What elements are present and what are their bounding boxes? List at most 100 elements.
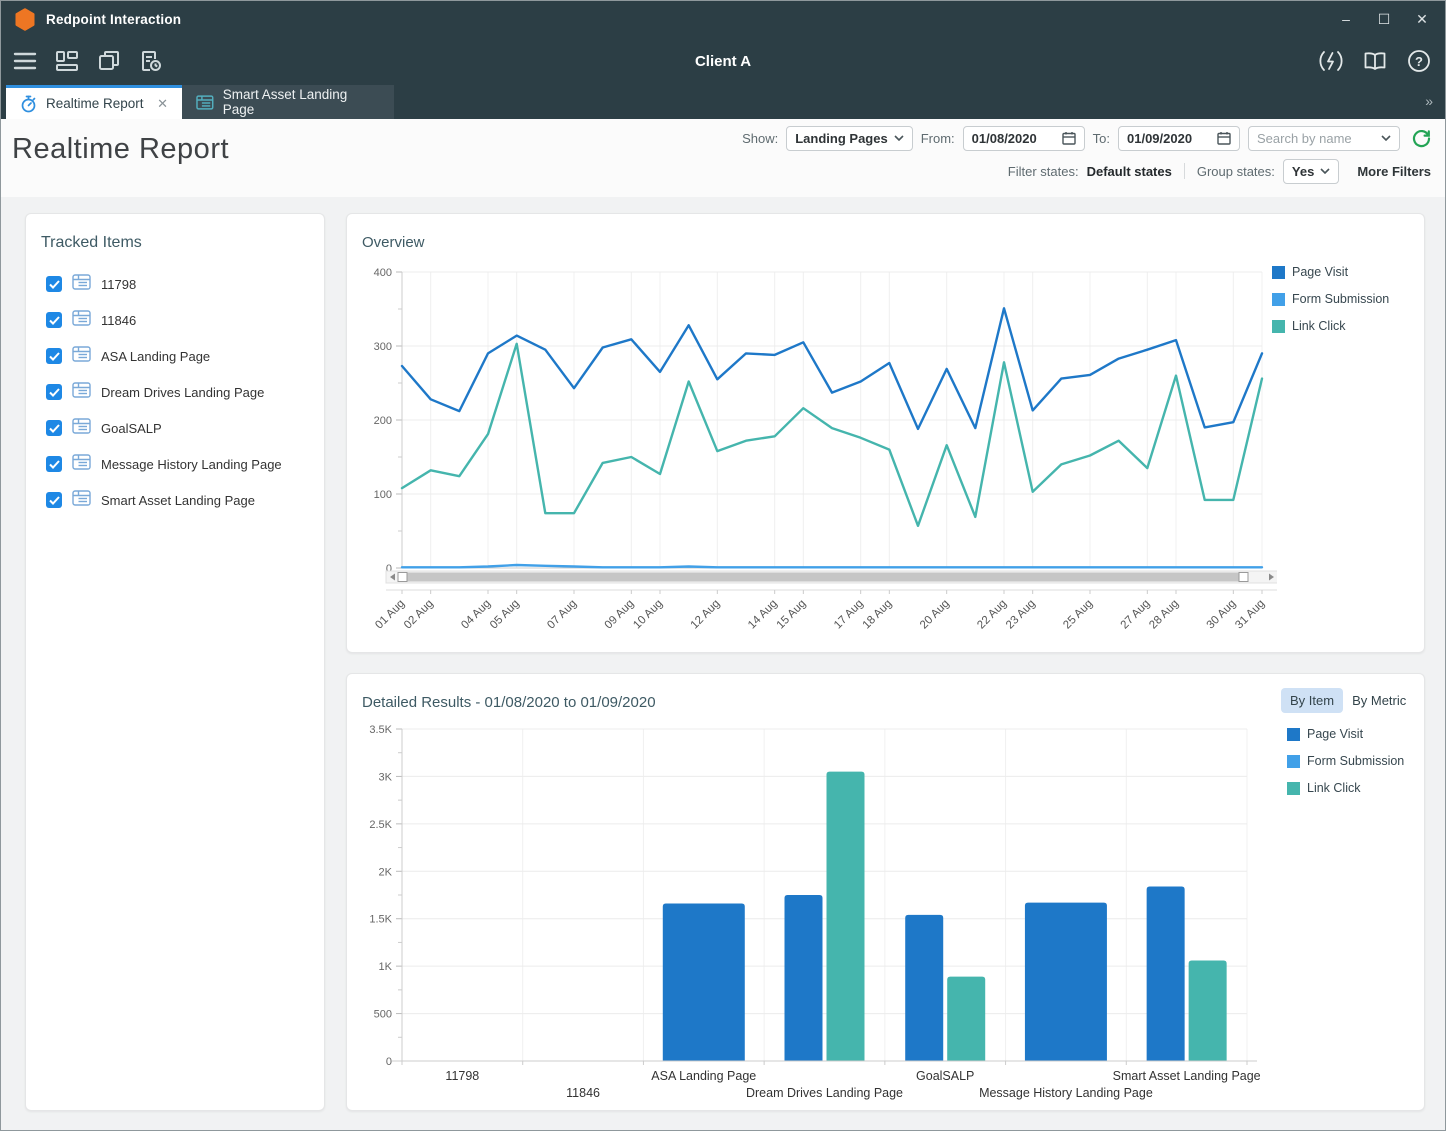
- svg-text:1K: 1K: [379, 961, 393, 973]
- legend-swatch: [1287, 755, 1300, 768]
- svg-text:15 Aug: 15 Aug: [775, 598, 809, 632]
- svg-text:10 Aug: 10 Aug: [631, 598, 665, 632]
- legend-label: Page Visit: [1292, 265, 1348, 279]
- checkbox-checked-icon[interactable]: [46, 456, 62, 472]
- svg-text:400: 400: [374, 267, 392, 279]
- tracked-item-label: GoalSALP: [101, 421, 162, 436]
- chevron-down-icon[interactable]: [1381, 135, 1391, 141]
- svg-text:14 Aug: 14 Aug: [746, 598, 780, 632]
- svg-text:11798: 11798: [445, 1069, 479, 1083]
- tracked-items-list: 11798 11846ASA Landing PageDream Drives L…: [46, 266, 314, 518]
- dashboard-layout-icon[interactable]: [53, 47, 81, 75]
- legend-item: Link Click: [1287, 781, 1404, 795]
- bar: [827, 772, 865, 1061]
- legend-swatch: [1272, 320, 1285, 333]
- legend-label: Link Click: [1292, 319, 1346, 333]
- app-title: Redpoint Interaction: [46, 12, 181, 27]
- svg-text:100: 100: [374, 489, 392, 501]
- page-header: Realtime Report Show: Landing Pages From…: [1, 119, 1445, 197]
- legend-item: Link Click: [1272, 319, 1389, 333]
- checkbox-checked-icon[interactable]: [46, 420, 62, 436]
- svg-text:ASA Landing Page: ASA Landing Page: [651, 1069, 756, 1083]
- report-history-icon[interactable]: [137, 47, 165, 75]
- tab-realtime-report[interactable]: Realtime Report ✕: [6, 85, 182, 119]
- tracked-item-row[interactable]: GoalSALP: [46, 410, 314, 446]
- svg-text:Smart Asset Landing Page: Smart Asset Landing Page: [1113, 1069, 1261, 1083]
- legend-swatch: [1287, 728, 1300, 741]
- maximize-button[interactable]: ☐: [1369, 5, 1399, 33]
- tab-overflow-chevrons-icon[interactable]: »: [1425, 93, 1431, 109]
- checkbox-checked-icon[interactable]: [46, 276, 62, 292]
- svg-text:23 Aug: 23 Aug: [1004, 598, 1038, 632]
- tracked-item-label: Message History Landing Page: [101, 457, 282, 472]
- filter-states-label: Filter states:: [1008, 164, 1079, 179]
- checkbox-checked-icon[interactable]: [46, 312, 62, 328]
- svg-text:3K: 3K: [379, 771, 393, 783]
- detailed-bar-chart: 05001K1.5K2K2.5K3K3.5K1179811846ASA Land…: [357, 719, 1277, 1107]
- minimize-button[interactable]: –: [1331, 5, 1361, 33]
- checkbox-checked-icon[interactable]: [46, 492, 62, 508]
- to-date-input[interactable]: 01/09/2020: [1118, 126, 1240, 151]
- svg-text:11846: 11846: [566, 1086, 600, 1100]
- checkbox-checked-icon[interactable]: [46, 384, 62, 400]
- overview-line-chart: 010020030040001 Aug02 Aug04 Aug05 Aug07 …: [357, 252, 1277, 654]
- detailed-results-title: Detailed Results - 01/08/2020 to 01/09/2…: [362, 694, 656, 711]
- landing-page-icon: [72, 346, 91, 367]
- bar: [1025, 903, 1107, 1061]
- tracked-item-row[interactable]: ASA Landing Page: [46, 338, 314, 374]
- by-metric-button[interactable]: By Metric: [1343, 688, 1415, 713]
- checkbox-checked-icon[interactable]: [46, 348, 62, 364]
- tracked-item-label: 11798: [101, 277, 136, 292]
- toolbar: Client A ?: [1, 37, 1445, 85]
- sync-status-icon[interactable]: [1317, 47, 1345, 75]
- show-select[interactable]: Landing Pages: [786, 126, 912, 151]
- tab-close-icon[interactable]: ✕: [157, 96, 168, 112]
- legend-item: Page Visit: [1287, 727, 1404, 741]
- tracked-items-title: Tracked Items: [41, 234, 142, 252]
- help-icon[interactable]: ?: [1405, 47, 1433, 75]
- tab-smart-asset-landing-page[interactable]: Smart Asset Landing Page: [182, 85, 394, 119]
- page-title: Realtime Report: [12, 133, 229, 166]
- svg-text:28 Aug: 28 Aug: [1147, 598, 1181, 632]
- group-states-select[interactable]: Yes: [1283, 159, 1339, 184]
- svg-text:?: ?: [1415, 54, 1423, 69]
- by-item-button[interactable]: By Item: [1281, 688, 1343, 713]
- chart-scrollbar[interactable]: [386, 571, 1277, 583]
- svg-text:02 Aug: 02 Aug: [402, 598, 436, 632]
- tracked-item-row[interactable]: 11846: [46, 302, 314, 338]
- more-filters-button[interactable]: More Filters: [1357, 164, 1431, 179]
- tab-bar: Realtime Report ✕ Smart Asset Landing Pa…: [1, 85, 1445, 119]
- bar: [785, 895, 823, 1061]
- svg-text:0: 0: [386, 1056, 392, 1068]
- legend-item: Form Submission: [1287, 754, 1404, 768]
- client-title: Client A: [1, 37, 1445, 85]
- detailed-results-panel: Detailed Results - 01/08/2020 to 01/09/2…: [346, 673, 1425, 1111]
- tracked-item-row[interactable]: Message History Landing Page: [46, 446, 314, 482]
- svg-text:3.5K: 3.5K: [369, 724, 392, 736]
- search-input[interactable]: [1257, 131, 1369, 146]
- tracked-item-row[interactable]: 11798: [46, 266, 314, 302]
- tracked-item-row[interactable]: Dream Drives Landing Page: [46, 374, 314, 410]
- tracked-item-row[interactable]: Smart Asset Landing Page: [46, 482, 314, 518]
- overview-title: Overview: [362, 234, 425, 251]
- tab-label: Smart Asset Landing Page: [223, 87, 380, 117]
- svg-text:31 Aug: 31 Aug: [1233, 598, 1267, 632]
- filter-states-value[interactable]: Default states: [1087, 164, 1172, 179]
- landing-page-icon: [72, 274, 91, 295]
- group-states-label: Group states:: [1197, 164, 1275, 179]
- documentation-book-icon[interactable]: [1361, 47, 1389, 75]
- legend-swatch: [1272, 293, 1285, 306]
- svg-text:01 Aug: 01 Aug: [373, 598, 407, 632]
- pages-copy-icon[interactable]: [95, 47, 123, 75]
- svg-text:30 Aug: 30 Aug: [1205, 598, 1239, 632]
- bar: [663, 904, 745, 1061]
- refresh-icon[interactable]: [1412, 129, 1431, 148]
- menu-hamburger-icon[interactable]: [11, 47, 39, 75]
- close-button[interactable]: ✕: [1407, 5, 1437, 33]
- titlebar: Redpoint Interaction – ☐ ✕: [1, 1, 1445, 37]
- svg-text:12 Aug: 12 Aug: [689, 598, 723, 632]
- svg-text:27 Aug: 27 Aug: [1119, 598, 1153, 632]
- landing-page-icon: [72, 454, 91, 475]
- from-date-input[interactable]: 01/08/2020: [963, 126, 1085, 151]
- svg-text:Message History Landing Page: Message History Landing Page: [979, 1086, 1153, 1100]
